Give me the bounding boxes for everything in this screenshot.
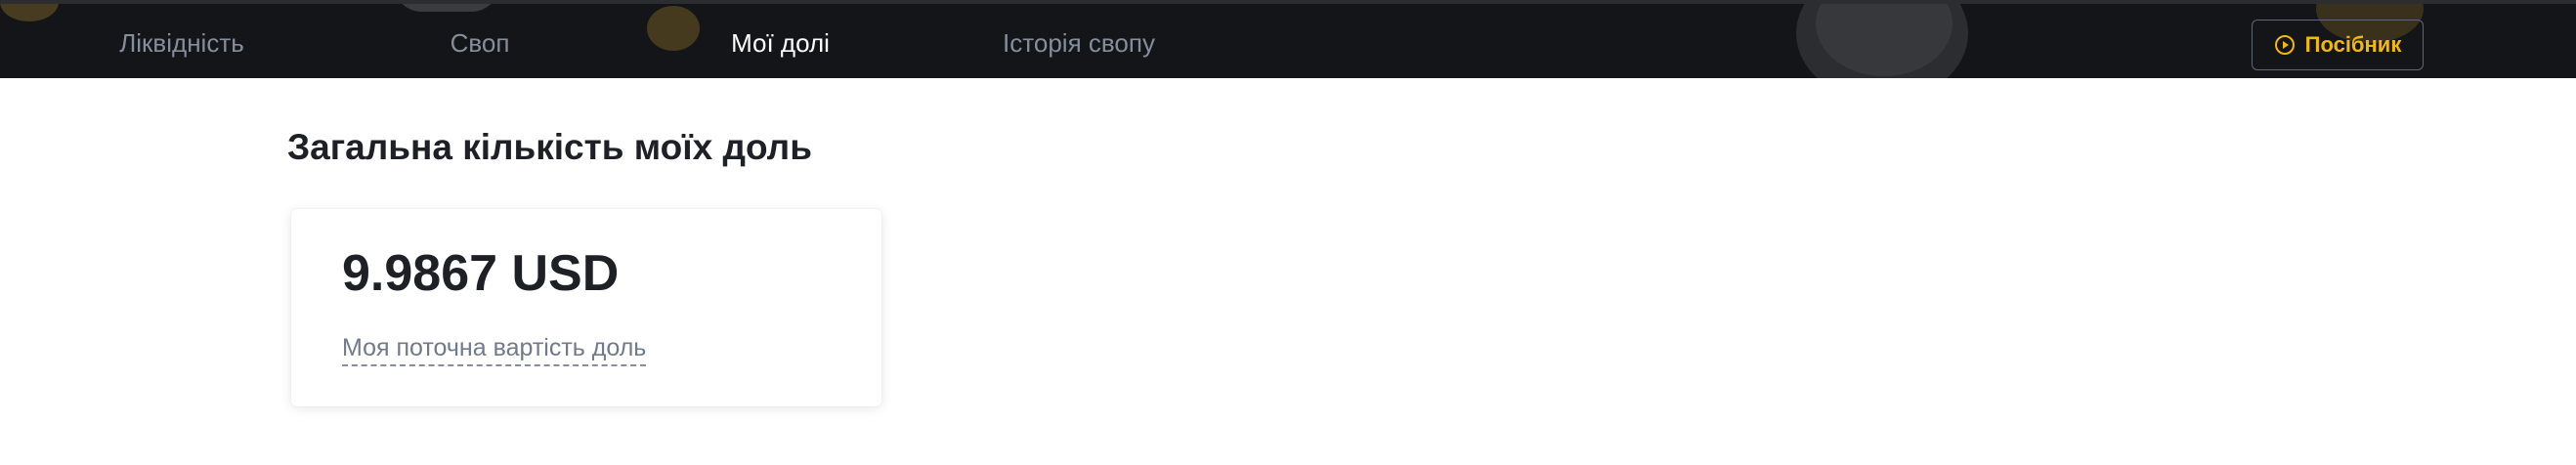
decorative-coin-shape — [647, 6, 700, 51]
shares-value: 9.9867 USD — [342, 245, 620, 302]
decorative-coin-shape — [0, 4, 59, 21]
page-title: Загальна кількість моїх доль — [287, 127, 812, 167]
tab-label: Ліквідність — [119, 27, 244, 58]
tab-label: Історія свопу — [1003, 27, 1155, 58]
play-circle-icon — [2274, 34, 2296, 56]
tab-swap-history[interactable]: Історія свопу — [999, 4, 1159, 78]
total-shares-card: 9.9867 USD Моя поточна вартість доль — [291, 209, 881, 406]
tab-liquidity[interactable]: Ліквідність — [113, 4, 250, 78]
guide-button-label: Посібник — [2304, 32, 2402, 57]
tab-my-shares[interactable]: Мої долі — [708, 4, 852, 78]
tab-swap[interactable]: Своп — [442, 4, 518, 78]
tab-label: Своп — [450, 27, 510, 58]
shares-value-caption[interactable]: Моя поточна вартість доль — [342, 334, 647, 366]
top-navigation-bar: Ліквідність Своп Мої долі Історія свопу … — [0, 0, 2576, 78]
guide-button[interactable]: Посібник — [2252, 20, 2424, 70]
tab-label: Мої долі — [731, 27, 830, 58]
